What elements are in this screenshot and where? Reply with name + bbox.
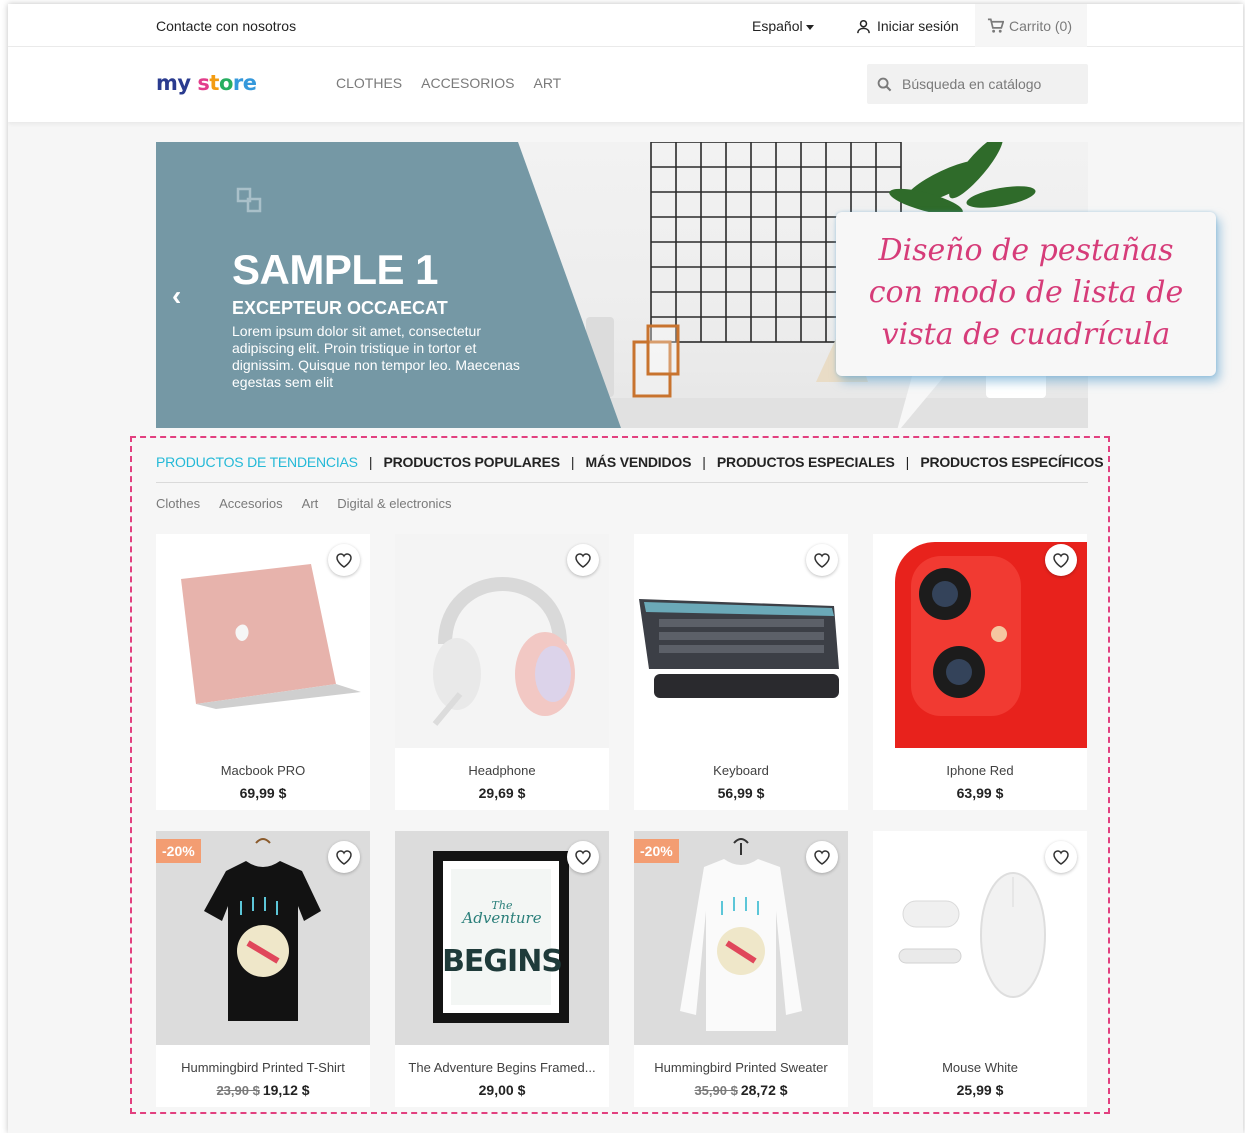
store-logo[interactable]: my store (156, 71, 257, 95)
page: Contacte con nosotros Español Iniciar se… (8, 4, 1243, 1133)
language-selector[interactable]: Español (752, 18, 814, 34)
tab-popular[interactable]: PRODUCTOS POPULARES (383, 454, 560, 470)
slider-prev-arrow[interactable]: ‹ (172, 280, 181, 312)
product-name[interactable]: Macbook PRO (156, 763, 370, 778)
product-name[interactable]: Headphone (395, 763, 609, 778)
tab-best-sellers[interactable]: MÁS VENDIDOS (586, 454, 692, 470)
product-name[interactable]: Hummingbird Printed T-Shirt (156, 1060, 370, 1075)
price-current: 25,99 $ (956, 1082, 1004, 1098)
logo-part: t (209, 71, 219, 95)
logo-part: o (218, 71, 233, 95)
header: my store CLOTHES ACCESORIOS ART Búsqueda… (8, 47, 1243, 122)
callout-line: vista de cuadrícula (881, 317, 1171, 352)
product-name[interactable]: Iphone Red (873, 763, 1087, 778)
tabs-divider (156, 482, 1088, 483)
slide-text: Lorem ipsum dolor sit amet, consectetur … (232, 323, 520, 390)
main-nav: CLOTHES ACCESORIOS ART (336, 75, 561, 91)
tab-trending[interactable]: PRODUCTOS DE TENDENCIAS (156, 454, 358, 470)
product-card[interactable]: Keyboard 56,99 $ (634, 534, 848, 810)
discount-badge: -20% (156, 839, 201, 863)
subcategory-accesorios[interactable]: Accesorios (219, 496, 283, 511)
callout-text: Diseño de pestañas con modo de lista de … (836, 230, 1216, 356)
slide-decor-icon (236, 187, 262, 213)
subcategory-digital[interactable]: Digital & electronics (337, 496, 451, 511)
discount-badge: -20% (634, 839, 679, 863)
logo-part: my (156, 71, 191, 95)
price-old: 23,90 $ (216, 1083, 260, 1098)
subcategory-filters: Clothes Accesorios Art Digital & electro… (156, 496, 451, 511)
search-placeholder: Búsqueda en catálogo (902, 76, 1042, 92)
product-card[interactable]: -20% Hummingbird Printed T-Shirt 23,90 $… (156, 831, 370, 1107)
cart-button[interactable]: Carrito (0) (975, 4, 1087, 47)
wishlist-heart-icon[interactable] (1045, 841, 1077, 873)
wishlist-heart-icon[interactable] (567, 544, 599, 576)
price-old: 35,90 $ (694, 1083, 738, 1098)
tab-separator: | (368, 454, 373, 470)
logo-part: s (197, 71, 210, 95)
wishlist-heart-icon[interactable] (328, 841, 360, 873)
subcategory-art[interactable]: Art (302, 496, 319, 511)
product-price: 35,90 $28,72 $ (634, 1082, 848, 1098)
callout-bubble: Diseño de pestañas con modo de lista de … (836, 212, 1216, 434)
tab-separator: | (905, 454, 910, 470)
nav-item-art[interactable]: ART (533, 75, 561, 91)
wishlist-heart-icon[interactable] (567, 841, 599, 873)
price-current: 29,00 $ (478, 1082, 526, 1098)
product-name[interactable]: Mouse White (873, 1060, 1087, 1075)
product-grid: Macbook PRO 69,99 $ Headphone 29,69 $ Ke… (156, 534, 1088, 1107)
language-label: Español (752, 18, 803, 34)
callout-line: Diseño de pestañas (878, 233, 1174, 268)
logo-part: re (232, 71, 257, 95)
wishlist-heart-icon[interactable] (328, 544, 360, 576)
login-label: Iniciar sesión (877, 18, 959, 34)
product-card[interactable]: Mouse White 25,99 $ (873, 831, 1087, 1107)
wishlist-heart-icon[interactable] (1045, 544, 1077, 576)
wishlist-heart-icon[interactable] (806, 544, 838, 576)
slide-subtitle: EXCEPTEUR OCCAECAT (232, 298, 448, 318)
user-icon (857, 19, 870, 33)
cart-label: Carrito (0) (1009, 17, 1073, 34)
cart-icon (987, 18, 1004, 33)
tab-separator: | (570, 454, 575, 470)
slide-title: SAMPLE 1 (232, 246, 439, 293)
callout-line: con modo de lista de (868, 275, 1184, 310)
poster-line: BEGINS (442, 944, 562, 979)
contact-link[interactable]: Contacte con nosotros (156, 18, 296, 34)
price-current: 56,99 $ (717, 785, 765, 801)
price-current: 29,69 $ (478, 785, 526, 801)
product-card[interactable]: -20% Hummingbird Printed Sweater 35,90 $… (634, 831, 848, 1107)
product-tabs: PRODUCTOS DE TENDENCIAS | PRODUCTOS POPU… (156, 454, 1104, 470)
nav-item-clothes[interactable]: CLOTHES (336, 75, 402, 91)
top-bar: Contacte con nosotros Español Iniciar se… (8, 4, 1243, 47)
product-price: 56,99 $ (634, 785, 848, 801)
product-name[interactable]: Hummingbird Printed Sweater (634, 1060, 848, 1075)
caret-down-icon (805, 24, 814, 30)
poster-line: Adventure (460, 909, 541, 927)
product-price: 29,69 $ (395, 785, 609, 801)
product-price: 23,90 $19,12 $ (156, 1082, 370, 1098)
price-current: 63,99 $ (956, 785, 1004, 801)
product-card[interactable]: The Adventure BEGINS The Adventure Begin… (395, 831, 609, 1107)
product-card[interactable]: Iphone Red 63,99 $ (873, 534, 1087, 810)
product-price: 29,00 $ (395, 1082, 609, 1098)
search-input[interactable]: Búsqueda en catálogo (867, 64, 1088, 104)
subcategory-clothes[interactable]: Clothes (156, 496, 200, 511)
login-link[interactable]: Iniciar sesión (856, 18, 959, 34)
price-current: 69,99 $ (239, 785, 287, 801)
product-price: 69,99 $ (156, 785, 370, 801)
price-current: 19,12 $ (262, 1082, 310, 1098)
product-card[interactable]: Headphone 29,69 $ (395, 534, 609, 810)
product-name[interactable]: Keyboard (634, 763, 848, 778)
price-current: 28,72 $ (740, 1082, 788, 1098)
wishlist-heart-icon[interactable] (806, 841, 838, 873)
product-card[interactable]: Macbook PRO 69,99 $ (156, 534, 370, 810)
tab-separator: | (702, 454, 706, 470)
tab-specific[interactable]: PRODUCTOS ESPECÍFICOS (920, 454, 1103, 470)
product-name[interactable]: The Adventure Begins Framed... (395, 1060, 609, 1075)
product-price: 25,99 $ (873, 1082, 1087, 1098)
nav-item-accesorios[interactable]: ACCESORIOS (421, 75, 514, 91)
tab-specials[interactable]: PRODUCTOS ESPECIALES (717, 454, 895, 470)
search-icon (877, 77, 892, 91)
product-price: 63,99 $ (873, 785, 1087, 801)
